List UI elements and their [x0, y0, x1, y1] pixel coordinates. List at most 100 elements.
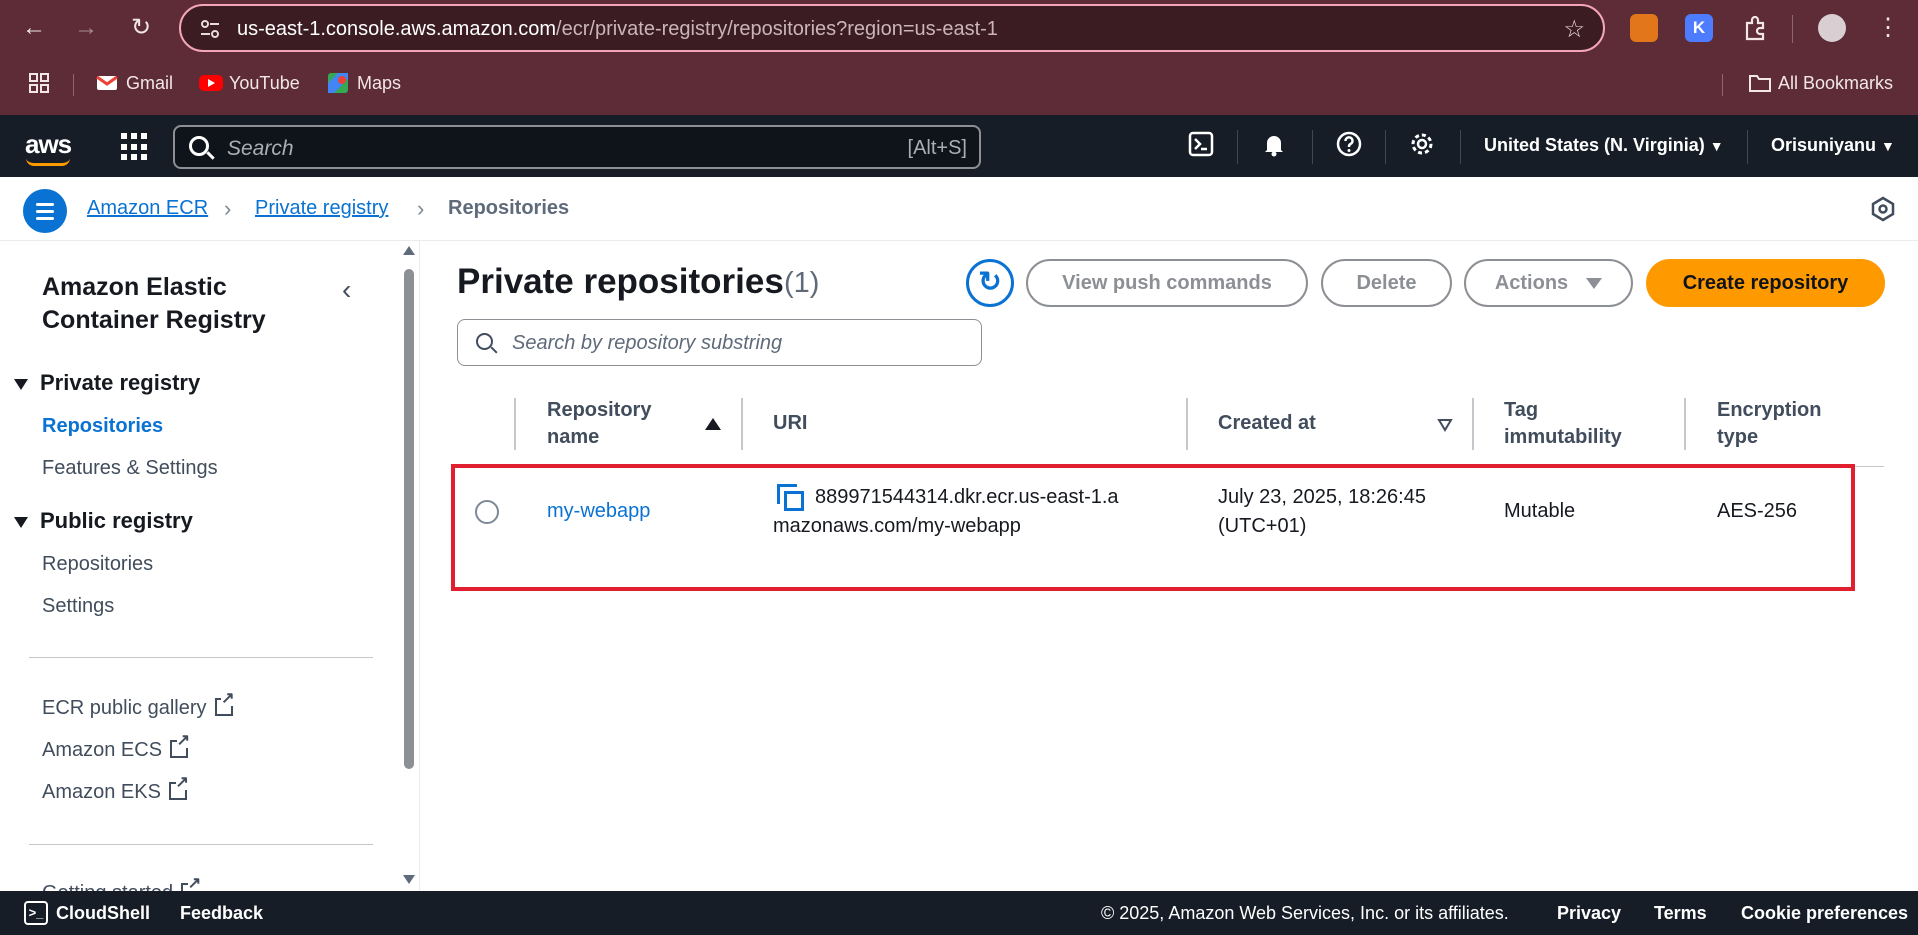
external-link-icon [181, 877, 202, 891]
browser-menu-icon[interactable]: ⋮ [1870, 10, 1906, 46]
expand-triangle-icon [14, 378, 28, 390]
bookmark-gmail[interactable]: Gmail [96, 72, 173, 94]
k-extension-icon[interactable]: K [1685, 14, 1713, 42]
column-header-repository-name[interactable]: Repository name [547, 397, 651, 451]
all-bookmarks[interactable]: All Bookmarks [1748, 72, 1893, 94]
sidebar-link-amazon-ecs[interactable]: Amazon ECS [42, 734, 191, 762]
aws-logo-text: aws [25, 129, 72, 159]
column-divider [1472, 398, 1474, 450]
help-icon[interactable] [1334, 131, 1364, 161]
caret-down-icon [1586, 278, 1603, 290]
column-header-uri[interactable]: URI [773, 410, 807, 437]
maps-icon [327, 72, 349, 94]
column-divider [514, 398, 516, 450]
refresh-icon: ↻ [978, 266, 1002, 297]
copyright-text: © 2025, Amazon Web Services, Inc. or its… [1101, 903, 1509, 923]
cookie-preferences-link[interactable]: Cookie preferences [1741, 903, 1908, 924]
view-push-commands-button[interactable]: View push commands [1026, 259, 1308, 307]
bookmark-label: Maps [357, 72, 402, 93]
sidebar-item-private-repositories[interactable]: Repositories [42, 415, 163, 438]
sort-ascending-icon[interactable] [705, 418, 721, 430]
header-line: immutability [1504, 426, 1622, 448]
services-grid-icon[interactable] [121, 133, 149, 161]
header-divider [1747, 130, 1748, 164]
scrollbar-thumb[interactable] [404, 269, 414, 769]
folder-icon [1748, 72, 1771, 94]
account-menu[interactable]: Orisuniyanu ▼ [1771, 135, 1895, 156]
header-divider [1460, 130, 1461, 164]
back-icon[interactable]: ← [16, 10, 52, 46]
header-line: Encryption [1717, 399, 1822, 421]
site-settings-icon[interactable] [199, 18, 221, 40]
console-footer: >_ CloudShell Feedback © 2025, Amazon We… [0, 891, 1918, 935]
column-header-tag-immutability[interactable]: Tag immutability [1504, 397, 1622, 451]
sidebar-item-public-settings[interactable]: Settings [42, 595, 114, 618]
bookmark-star-icon[interactable]: ☆ [1563, 15, 1585, 44]
create-repository-button[interactable]: Create repository [1646, 259, 1885, 307]
cloudshell-icon[interactable] [1186, 131, 1216, 161]
scroll-up-arrow-icon[interactable] [403, 246, 415, 255]
column-header-created-at[interactable]: Created at [1218, 410, 1316, 437]
breadcrumb-amazon-ecr[interactable]: Amazon ECR [87, 197, 208, 220]
bookmark-youtube[interactable]: YouTube [199, 72, 300, 94]
breadcrumb-chevron-icon: › [224, 196, 232, 221]
account-caret-icon: ▼ [1881, 138, 1895, 154]
extensions-puzzle-icon[interactable] [1741, 14, 1769, 42]
expand-triangle-icon [14, 516, 28, 528]
feedback-link[interactable]: Feedback [180, 903, 263, 924]
search-icon [189, 136, 209, 156]
youtube-icon [199, 72, 223, 94]
profile-avatar[interactable] [1818, 14, 1846, 42]
actions-dropdown-button[interactable]: Actions [1464, 259, 1633, 307]
bookmark-label: Gmail [126, 72, 174, 93]
bookmarks-divider [73, 74, 74, 96]
apps-grid-icon[interactable] [28, 72, 50, 94]
refresh-button[interactable]: ↻ [966, 259, 1014, 307]
external-link-icon [214, 692, 235, 716]
side-navigation: Amazon Elastic Container Registry ‹ Priv… [0, 241, 420, 891]
breadcrumb-repositories: Repositories [448, 197, 570, 219]
sidebar-item-features-settings[interactable]: Features & Settings [42, 457, 218, 480]
collapse-sidebar-icon[interactable]: ‹ [342, 274, 351, 306]
section-private-registry[interactable]: Private registry [14, 370, 200, 396]
side-nav-toggle-button[interactable] [23, 189, 67, 233]
notifications-bell-icon[interactable] [1259, 131, 1289, 161]
sidebar-scrollbar[interactable] [401, 241, 417, 891]
aws-logo[interactable]: aws [25, 129, 72, 166]
sidebar-item-public-repositories[interactable]: Repositories [42, 553, 153, 576]
header-line: type [1717, 426, 1759, 448]
sidebar-divider [29, 657, 373, 658]
sidebar-link-getting-started[interactable]: Getting started [42, 877, 202, 891]
address-bar[interactable]: us-east-1.console.aws.amazon.com/ecr/pri… [179, 4, 1605, 52]
all-bookmarks-label: All Bookmarks [1778, 72, 1894, 93]
section-public-registry[interactable]: Public registry [14, 508, 193, 534]
terms-link[interactable]: Terms [1654, 903, 1707, 924]
forward-icon[interactable]: → [68, 10, 104, 46]
aws-search-input[interactable]: Search [Alt+S] [173, 125, 981, 169]
bookmark-maps[interactable]: Maps [327, 72, 401, 94]
settings-gear-icon[interactable] [1407, 131, 1437, 161]
tools-hexagon-icon[interactable] [1870, 196, 1896, 222]
link-label: Amazon ECS [42, 739, 163, 761]
column-header-encryption-type[interactable]: Encryption type [1717, 397, 1821, 451]
sidebar-link-ecr-public-gallery[interactable]: ECR public gallery [42, 692, 235, 720]
metamask-extension-icon[interactable] [1630, 14, 1658, 42]
breadcrumb-private-registry[interactable]: Private registry [255, 197, 388, 220]
breadcrumb-chevron-icon: › [417, 196, 425, 221]
region-selector[interactable]: United States (N. Virginia) ▼ [1484, 135, 1724, 156]
link-label: ECR public gallery [42, 697, 207, 719]
cloudshell-footer-icon: >_ [24, 901, 48, 925]
repository-search-input[interactable]: Search by repository substring [457, 319, 982, 366]
sidebar-link-amazon-eks[interactable]: Amazon EKS [42, 776, 189, 804]
sort-descending-icon[interactable] [1437, 418, 1453, 432]
browser-chrome: ← → ↻ us-east-1.console.aws.amazon.com/e… [0, 0, 1918, 115]
external-link-icon [170, 734, 191, 758]
cloudshell-link[interactable]: CloudShell [56, 903, 150, 924]
aws-top-nav: aws Search [Alt+S] United States (N. Vir… [0, 115, 1918, 177]
search-shortcut-hint: [Alt+S] [907, 137, 967, 159]
reload-icon[interactable]: ↻ [123, 10, 159, 46]
privacy-link[interactable]: Privacy [1557, 903, 1621, 924]
delete-button[interactable]: Delete [1321, 259, 1452, 307]
scroll-down-arrow-icon[interactable] [403, 875, 415, 884]
repository-count: (1) [784, 267, 820, 299]
